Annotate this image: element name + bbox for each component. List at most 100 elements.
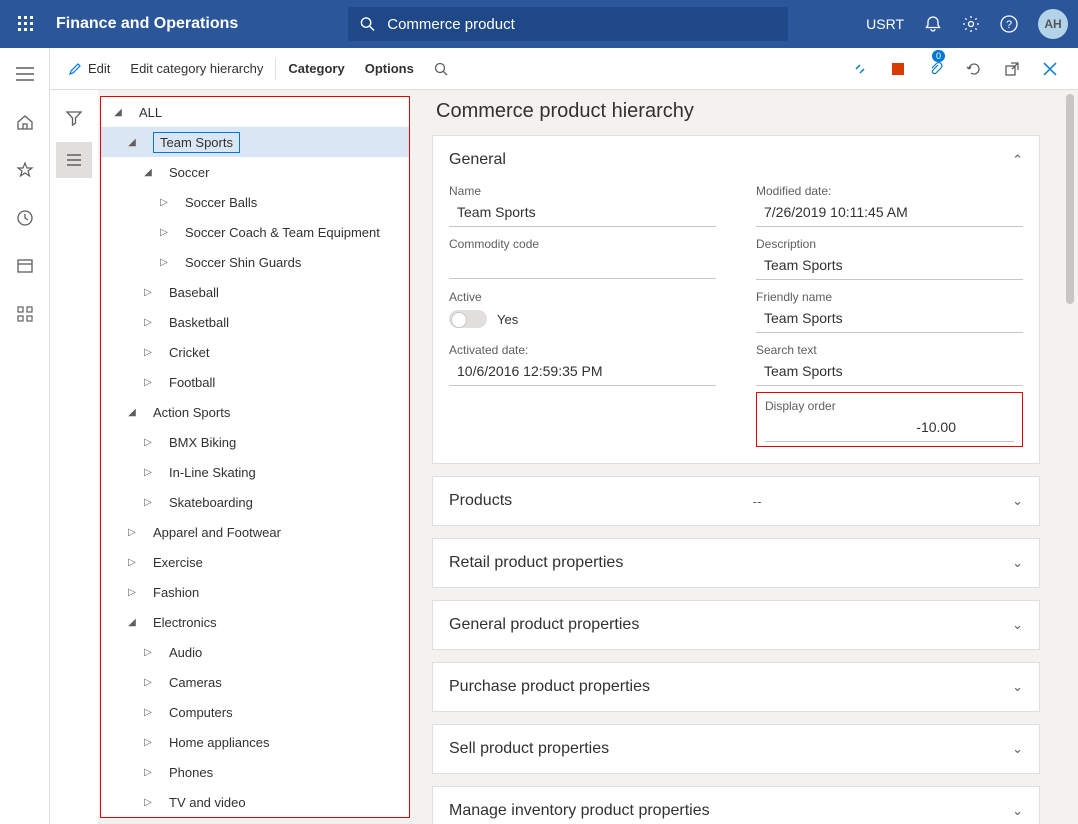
section-sell-header[interactable]: Sell product properties ⌄ — [433, 725, 1039, 773]
page-title: Commerce product hierarchy — [436, 100, 1040, 123]
expand-arrow-icon[interactable]: ▷ — [141, 285, 155, 299]
tree-item[interactable]: ▷Basketball — [101, 307, 409, 337]
modified-date-value: 7/26/2019 10:11:45 AM — [756, 200, 1023, 227]
friendly-name-input[interactable]: Team Sports — [756, 306, 1023, 333]
edit-button[interactable]: Edit — [58, 48, 120, 89]
office-icon[interactable] — [886, 57, 910, 81]
expand-arrow-icon[interactable]: ▷ — [141, 465, 155, 479]
chevron-down-icon: ⌄ — [1012, 555, 1023, 571]
tree-item-label: Phones — [169, 765, 213, 780]
tree-item[interactable]: ▷Football — [101, 367, 409, 397]
favorites-icon[interactable] — [5, 150, 45, 190]
section-retail-header[interactable]: Retail product properties ⌄ — [433, 539, 1039, 587]
search-text-input[interactable]: Team Sports — [756, 359, 1023, 386]
description-input[interactable]: Team Sports — [756, 253, 1023, 280]
section-general-props-header[interactable]: General product properties ⌄ — [433, 601, 1039, 649]
tree-item[interactable]: ▷Home appliances — [101, 727, 409, 757]
expand-arrow-icon[interactable]: ▷ — [157, 195, 171, 209]
close-icon[interactable] — [1038, 57, 1062, 81]
expand-arrow-icon[interactable]: ▷ — [125, 585, 139, 599]
tree-item[interactable]: ◢Action Sports — [101, 397, 409, 427]
attachments-badge: 0 — [932, 50, 945, 62]
search-input[interactable] — [387, 16, 776, 33]
tree-item[interactable]: ▷Exercise — [101, 547, 409, 577]
friendly-name-label: Friendly name — [756, 290, 1023, 304]
expand-arrow-icon[interactable]: ▷ — [141, 705, 155, 719]
category-tree[interactable]: ◢ ALL ◢Team Sports◢Soccer ▷ Soccer Balls ▷S… — [100, 96, 410, 818]
help-icon[interactable]: ? — [1000, 15, 1018, 33]
refresh-icon[interactable] — [962, 57, 986, 81]
expand-arrow-icon[interactable]: ▷ — [157, 255, 171, 269]
expand-arrow-icon[interactable]: ▷ — [141, 435, 155, 449]
tree-item[interactable]: ▷Cricket — [101, 337, 409, 367]
link-icon[interactable] — [848, 57, 872, 81]
tree-item[interactable]: ▷In-Line Skating — [101, 457, 409, 487]
expand-arrow-icon[interactable]: ▷ — [141, 795, 155, 809]
attachments-icon[interactable]: 0 — [924, 57, 948, 81]
tree-item[interactable]: ▷BMX Biking — [101, 427, 409, 457]
modules-icon[interactable] — [5, 294, 45, 334]
home-icon[interactable] — [5, 102, 45, 142]
section-inventory-header[interactable]: Manage inventory product properties ⌄ — [433, 787, 1039, 824]
tree-item[interactable]: ▷Baseball — [101, 277, 409, 307]
company-picker[interactable]: USRT — [866, 16, 904, 32]
list-view-icon[interactable] — [56, 142, 92, 178]
tree-item[interactable]: ◢Soccer — [101, 157, 409, 187]
display-order-input[interactable]: -10.00 — [765, 415, 1014, 442]
section-general-header[interactable]: General ⌃ — [433, 136, 1039, 184]
expand-arrow-icon[interactable]: ▷ — [141, 495, 155, 509]
tree-item[interactable]: ▷Soccer Shin Guards — [101, 247, 409, 277]
tree-item[interactable]: ▷ Soccer Balls — [101, 187, 409, 217]
section-purchase-header[interactable]: Purchase product properties ⌄ — [433, 663, 1039, 711]
tree-item-label: Apparel and Footwear — [153, 525, 281, 540]
notifications-icon[interactable] — [924, 15, 942, 33]
expand-arrow-icon[interactable]: ▷ — [141, 765, 155, 779]
collapse-arrow-icon[interactable]: ◢ — [125, 135, 139, 149]
detail-panel: Commerce product hierarchy General ⌃ Nam… — [420, 90, 1060, 824]
expand-arrow-icon[interactable]: ▷ — [141, 645, 155, 659]
expand-arrow-icon[interactable]: ▷ — [141, 735, 155, 749]
tree-item[interactable]: ▷Audio — [101, 637, 409, 667]
tree-item[interactable]: ◢Electronics — [101, 607, 409, 637]
app-launcher-icon[interactable] — [10, 8, 42, 40]
collapse-arrow-icon[interactable]: ◢ — [125, 615, 139, 629]
collapse-arrow-icon[interactable]: ◢ — [141, 165, 155, 179]
tree-item[interactable]: ▷ Phones — [101, 757, 409, 787]
avatar[interactable]: AH — [1038, 9, 1068, 39]
scrollbar-thumb[interactable] — [1066, 94, 1074, 304]
tree-item[interactable]: ▷Cameras — [101, 667, 409, 697]
commodity-code-input[interactable] — [449, 253, 716, 279]
expand-arrow-icon[interactable]: ▷ — [141, 375, 155, 389]
expand-arrow-icon[interactable]: ▷ — [141, 315, 155, 329]
recent-icon[interactable] — [5, 198, 45, 238]
filter-icon[interactable] — [56, 100, 92, 136]
tree-item[interactable]: ▷ Apparel and Footwear — [101, 517, 409, 547]
expand-arrow-icon[interactable]: ▷ — [157, 225, 171, 239]
expand-arrow-icon[interactable]: ▷ — [125, 555, 139, 569]
expand-arrow-icon[interactable]: ▷ — [141, 675, 155, 689]
tree-item[interactable]: ▷Computers — [101, 697, 409, 727]
collapse-arrow-icon[interactable]: ◢ — [111, 105, 125, 119]
search-box[interactable] — [348, 7, 788, 41]
section-products-header[interactable]: Products -- ⌄ — [433, 477, 1039, 525]
expand-arrow-icon[interactable]: ▷ — [125, 525, 139, 539]
search-action-button[interactable] — [424, 48, 458, 89]
tree-item[interactable]: ◢Team Sports — [101, 127, 409, 157]
tree-item[interactable]: ▷Skateboarding — [101, 487, 409, 517]
tree-item[interactable]: ▷Soccer Coach & Team Equipment — [101, 217, 409, 247]
gear-icon[interactable] — [962, 15, 980, 33]
tree-item-label: Soccer Balls — [185, 195, 257, 210]
tree-item[interactable]: ▷TV and video — [101, 787, 409, 817]
tree-item[interactable]: ▷Fashion — [101, 577, 409, 607]
workspaces-icon[interactable] — [5, 246, 45, 286]
category-menu[interactable]: Category — [278, 48, 354, 89]
hamburger-icon[interactable] — [5, 54, 45, 94]
active-toggle[interactable]: Yes — [449, 306, 518, 332]
collapse-arrow-icon[interactable]: ◢ — [125, 405, 139, 419]
popout-icon[interactable] — [1000, 57, 1024, 81]
expand-arrow-icon[interactable]: ▷ — [141, 345, 155, 359]
name-input[interactable]: Team Sports — [449, 200, 716, 227]
options-menu[interactable]: Options — [355, 48, 424, 89]
edit-hierarchy-button[interactable]: Edit category hierarchy — [120, 48, 273, 89]
tree-root[interactable]: ◢ ALL — [101, 97, 409, 127]
